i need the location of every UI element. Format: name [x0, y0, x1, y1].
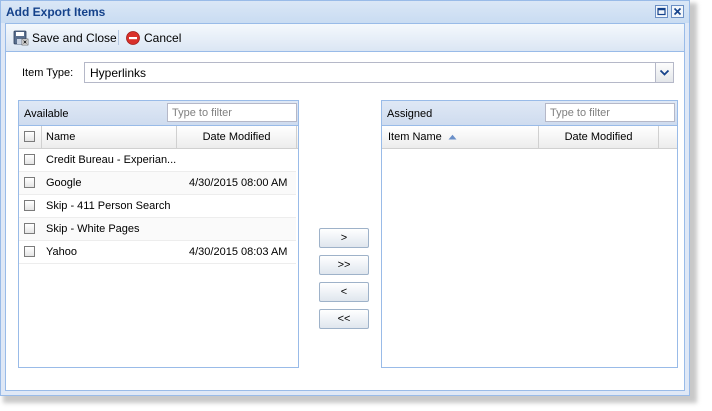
move-all-left-button[interactable]: <<	[319, 309, 369, 329]
chevron-down-icon	[659, 69, 670, 76]
cancel-button[interactable]: Cancel	[125, 29, 181, 46]
dialog-body: Save and Close Cancel Item Type: Hyperli…	[5, 23, 685, 391]
available-panel: Available Name Date Modified Credit Bure…	[18, 100, 299, 368]
available-select-all-cell	[19, 126, 42, 148]
sort-asc-icon	[448, 134, 457, 140]
table-row[interactable]: Yahoo 4/30/2015 08:03 AM	[19, 241, 296, 264]
maximize-icon[interactable]	[655, 5, 668, 18]
row-name: Skip - 411 Person Search	[46, 200, 171, 212]
add-export-items-dialog: Add Export Items Save and Close Cancel I…	[0, 0, 690, 396]
move-selected-left-button[interactable]: <	[319, 282, 369, 302]
row-checkbox[interactable]	[24, 200, 35, 211]
row-name: Yahoo	[46, 246, 77, 258]
dialog-titlebar[interactable]: Add Export Items	[1, 1, 689, 23]
table-row[interactable]: Skip - White Pages	[19, 218, 296, 241]
item-type-value: Hyperlinks	[90, 66, 147, 80]
available-select-all-checkbox[interactable]	[24, 131, 35, 142]
table-row[interactable]: Skip - 411 Person Search	[19, 195, 296, 218]
assigned-title: Assigned	[387, 108, 433, 120]
move-selected-right-button[interactable]: >	[319, 228, 369, 248]
available-column-header: Name Date Modified	[19, 126, 298, 149]
row-checkbox[interactable]	[24, 246, 35, 257]
available-title: Available	[24, 108, 69, 120]
item-type-label: Item Type:	[22, 67, 74, 79]
row-name: Credit Bureau - Experian...	[46, 154, 177, 166]
assigned-date-column[interactable]: Date Modified	[539, 126, 659, 148]
available-header: Available	[19, 101, 298, 126]
dialog-title: Add Export Items	[6, 5, 106, 19]
table-row[interactable]: Credit Bureau - Experian...	[19, 149, 296, 172]
row-checkbox[interactable]	[24, 223, 35, 234]
table-row[interactable]: Google 4/30/2015 08:00 AM	[19, 172, 296, 195]
row-name: Skip - White Pages	[46, 223, 140, 235]
available-name-column[interactable]: Name	[42, 126, 177, 148]
available-filter-input[interactable]	[167, 103, 297, 122]
row-name: Google	[46, 177, 82, 189]
toolbar-separator	[118, 30, 119, 45]
row-date: 4/30/2015 08:03 AM	[189, 246, 288, 258]
cancel-icon	[125, 30, 141, 46]
assigned-name-column-label: Item Name	[388, 131, 442, 143]
assigned-panel: Assigned Item Name Date Modified	[381, 100, 678, 368]
assigned-column-header: Item Name Date Modified	[382, 126, 677, 149]
dialog-toolbar: Save and Close Cancel	[6, 24, 684, 52]
available-date-column[interactable]: Date Modified	[177, 126, 297, 148]
close-icon[interactable]	[671, 5, 684, 18]
item-type-trigger[interactable]	[655, 63, 673, 82]
cancel-label: Cancel	[144, 30, 182, 45]
save-and-close-button[interactable]: Save and Close	[13, 29, 117, 46]
row-checkbox[interactable]	[24, 154, 35, 165]
assigned-filter-input[interactable]	[545, 103, 675, 122]
row-date: 4/30/2015 08:00 AM	[189, 177, 288, 189]
assigned-header: Assigned	[382, 101, 677, 126]
item-type-combo[interactable]: Hyperlinks	[84, 62, 674, 83]
move-all-right-button[interactable]: >>	[319, 255, 369, 275]
save-and-close-label: Save and Close	[32, 30, 117, 45]
row-checkbox[interactable]	[24, 177, 35, 188]
assigned-name-column[interactable]: Item Name	[382, 126, 539, 148]
save-close-icon	[13, 30, 29, 46]
